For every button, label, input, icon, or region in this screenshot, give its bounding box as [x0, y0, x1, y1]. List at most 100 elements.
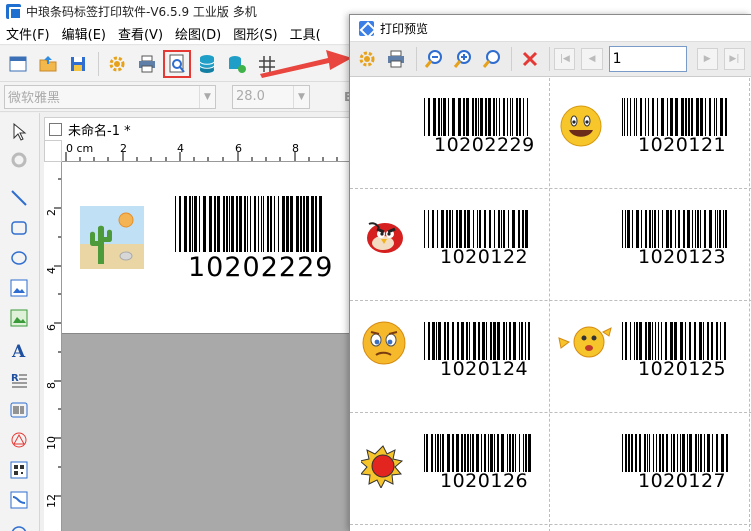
- settings-button[interactable]: [103, 50, 131, 78]
- previous-page-button[interactable]: ◀: [581, 48, 603, 70]
- last-page-button[interactable]: ▶|: [723, 48, 746, 70]
- document-icon: [49, 122, 62, 136]
- circle-tool-icon: [11, 526, 27, 531]
- barcode-bar: [464, 434, 466, 472]
- font-size-select[interactable]: 28.0 ▼: [232, 84, 310, 109]
- barcode-bar: [670, 210, 672, 248]
- print-button[interactable]: [133, 50, 161, 78]
- database-settings-button[interactable]: [223, 50, 251, 78]
- rotate-tool[interactable]: [6, 147, 32, 173]
- zoom-out-button[interactable]: [421, 45, 448, 73]
- barcode-bar: [648, 322, 651, 360]
- label-barcode-text: 1020125: [638, 358, 727, 380]
- barcode-bar: [525, 322, 526, 360]
- label-barcode[interactable]: [424, 98, 532, 136]
- rectangle-tool[interactable]: [6, 215, 32, 241]
- zoom-fit-button[interactable]: [479, 45, 506, 73]
- shape-tool[interactable]: [6, 427, 32, 453]
- first-page-button[interactable]: |◀: [554, 48, 576, 70]
- barcode-bar: [484, 434, 486, 472]
- barcode-bar: [239, 196, 242, 252]
- barcode-bar: [515, 434, 516, 472]
- barcode-bar: [721, 434, 724, 472]
- barcode-bar: [426, 434, 428, 472]
- barcode-bar: [696, 98, 699, 136]
- ruler-label: 6: [235, 142, 242, 155]
- open-folder-icon: [39, 55, 57, 71]
- barcode-bar: [428, 210, 429, 248]
- barcode-bar: [446, 210, 448, 248]
- barcode-bar: [644, 434, 646, 472]
- barcode-bar: [484, 210, 486, 248]
- save-button[interactable]: [64, 50, 92, 78]
- curve-tool[interactable]: [6, 487, 32, 513]
- barcode-bar: [473, 210, 474, 248]
- database-button[interactable]: [193, 50, 221, 78]
- grid-divider: [350, 188, 751, 189]
- print-preview-button[interactable]: [163, 49, 191, 78]
- select-tool[interactable]: [6, 119, 32, 145]
- menu-file[interactable]: 文件(F): [6, 24, 50, 43]
- zoom-in-button[interactable]: [450, 45, 477, 73]
- barcode-bar: [649, 434, 650, 472]
- barcode-bar: [443, 98, 446, 136]
- barcode-bar: [705, 98, 706, 136]
- barcode-bar: [666, 210, 669, 248]
- text-tool[interactable]: A: [6, 337, 32, 363]
- menu-edit[interactable]: 编辑(E): [62, 24, 106, 43]
- label-barcode[interactable]: [424, 322, 532, 360]
- chevron-down-icon[interactable]: ▼: [199, 85, 215, 108]
- open-button[interactable]: [34, 50, 62, 78]
- close-preview-button[interactable]: [516, 45, 543, 73]
- line-tool[interactable]: [6, 185, 32, 211]
- barcode-bar: [689, 434, 692, 472]
- barcode-bar: [711, 322, 713, 360]
- ellipse-tool[interactable]: [6, 245, 32, 271]
- barcode-bar: [648, 98, 649, 136]
- barcode-bar: [630, 322, 631, 360]
- font-family-select[interactable]: 微软雅黑 ▼: [4, 84, 216, 109]
- label-barcode[interactable]: [622, 322, 730, 360]
- barcode-bar: [428, 98, 430, 136]
- label-barcode[interactable]: [424, 434, 532, 472]
- cactus-desert-icon[interactable]: [80, 206, 144, 269]
- new-document-button[interactable]: [4, 50, 32, 78]
- more-tools[interactable]: [6, 517, 32, 531]
- printer-icon: [139, 55, 155, 72]
- barcode-bar: [431, 434, 433, 472]
- barcode-bar: [319, 196, 322, 252]
- barcode-bar: [695, 210, 696, 248]
- chevron-down-icon[interactable]: ▼: [293, 85, 309, 108]
- ruler-label: 0 cm: [66, 142, 94, 155]
- sun-icon: [361, 445, 404, 488]
- barcode-bar: [189, 196, 191, 252]
- barcode-bar: [493, 98, 495, 136]
- label-barcode[interactable]: [424, 210, 532, 248]
- barcode-bar: [247, 196, 248, 252]
- label-barcode[interactable]: [622, 98, 730, 136]
- preview-settings-button[interactable]: [354, 45, 381, 73]
- preview-print-button[interactable]: [383, 45, 410, 73]
- barcode-bar: [656, 434, 657, 472]
- picture-tool[interactable]: [6, 305, 32, 331]
- page-number-input[interactable]: [608, 46, 687, 72]
- canvas-barcode[interactable]: [175, 196, 323, 252]
- ruler-label: 4: [177, 142, 184, 155]
- next-page-button[interactable]: ▶: [696, 48, 718, 70]
- label-barcode[interactable]: [622, 434, 730, 472]
- barcode-bar: [622, 210, 623, 248]
- barcode-bar: [714, 98, 715, 136]
- barcode-tool[interactable]: [6, 397, 32, 423]
- barcode-bar: [286, 196, 289, 252]
- toolbar-separator: [511, 47, 513, 71]
- barcode-bar: [315, 196, 317, 252]
- barcode-bar: [670, 98, 673, 136]
- menu-draw[interactable]: 绘图(D): [175, 24, 221, 43]
- rich-text-tool[interactable]: R: [6, 367, 32, 393]
- barcode-bar: [652, 210, 653, 248]
- menu-view[interactable]: 查看(V): [118, 24, 163, 43]
- document-tab[interactable]: 未命名-1 *: [44, 117, 350, 140]
- label-barcode[interactable]: [622, 210, 730, 248]
- image-tool[interactable]: [6, 275, 32, 301]
- qrcode-tool[interactable]: [6, 457, 32, 483]
